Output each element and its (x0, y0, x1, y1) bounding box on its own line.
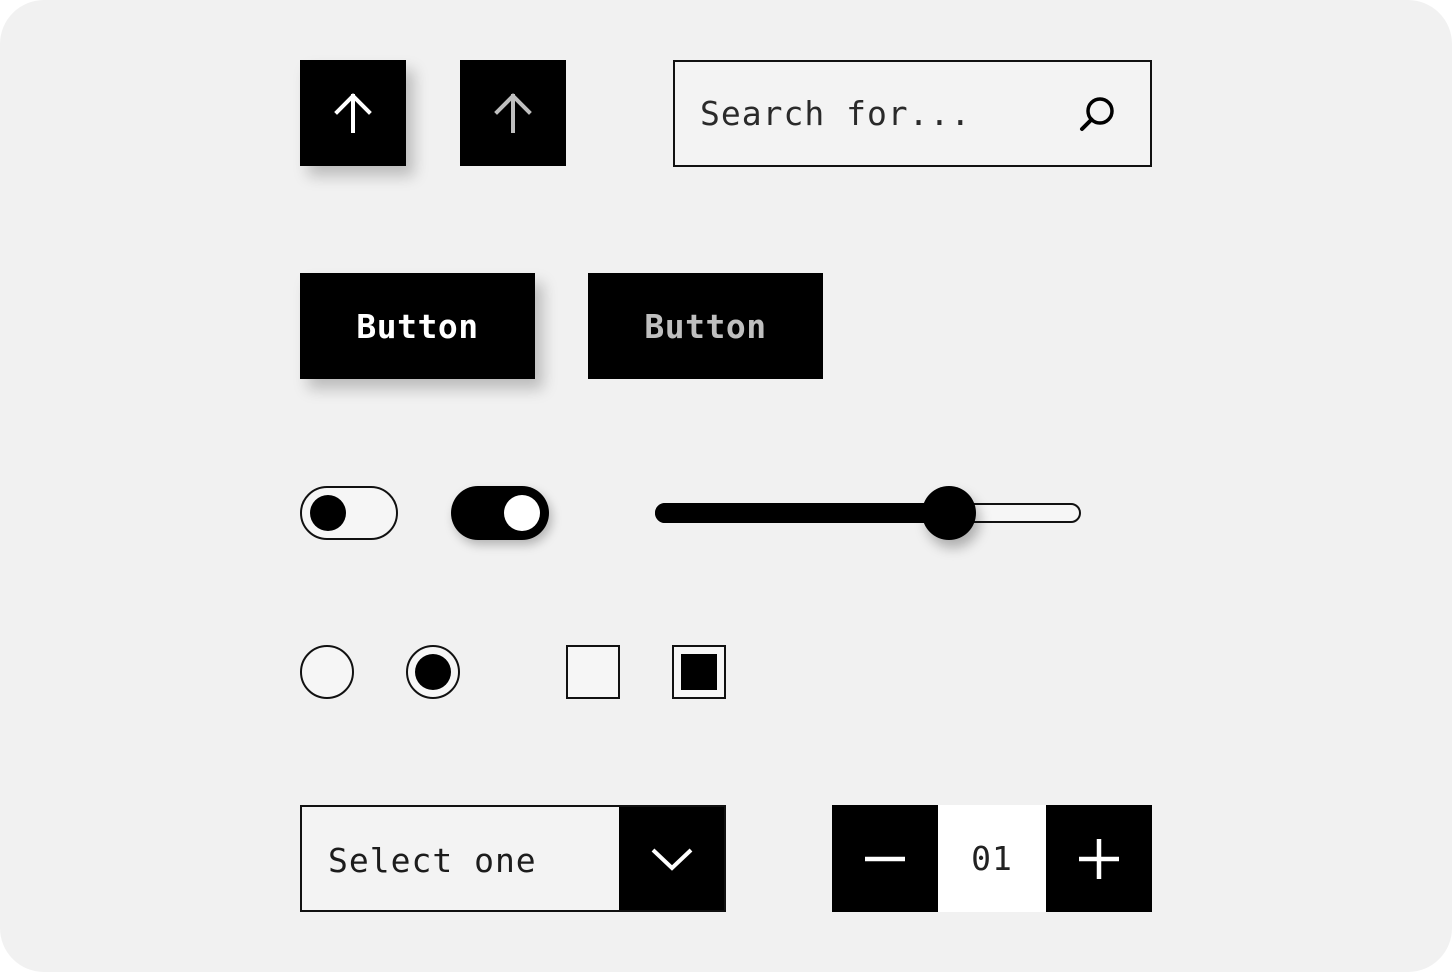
primary-button-flat[interactable]: Button (588, 273, 823, 379)
search-icon[interactable] (1078, 95, 1118, 135)
checkbox-fill (681, 654, 717, 690)
radio-dot (415, 654, 451, 690)
search-input[interactable] (700, 62, 1080, 165)
slider-thumb[interactable] (921, 486, 976, 540)
arrow-up-icon (494, 93, 532, 133)
toggle-on[interactable] (451, 486, 549, 540)
quantity-stepper: 01 (832, 805, 1152, 912)
stepper-value[interactable]: 01 (938, 805, 1046, 912)
primary-button-raised[interactable]: Button (300, 273, 535, 379)
arrow-up-button-flat[interactable] (460, 60, 566, 166)
minus-icon (865, 856, 905, 861)
plus-icon (1079, 838, 1119, 879)
toggle-knob (504, 495, 540, 531)
select-toggle-button[interactable] (619, 807, 724, 910)
slider-fill (655, 503, 959, 523)
chevron-down-icon (651, 848, 692, 871)
increment-button[interactable] (1046, 805, 1152, 912)
checkbox-unchecked[interactable] (566, 645, 620, 699)
arrow-up-icon (334, 93, 372, 133)
select-value: Select one (328, 841, 537, 880)
component-sheet: Button Button Select one 01 (0, 0, 1452, 972)
select-dropdown[interactable]: Select one (300, 805, 726, 912)
toggle-off[interactable] (300, 486, 398, 540)
toggle-knob (310, 495, 346, 531)
decrement-button[interactable] (832, 805, 938, 912)
radio-checked[interactable] (406, 645, 460, 699)
arrow-up-button-raised[interactable] (300, 60, 406, 166)
radio-unchecked[interactable] (300, 645, 354, 699)
checkbox-checked[interactable] (672, 645, 726, 699)
